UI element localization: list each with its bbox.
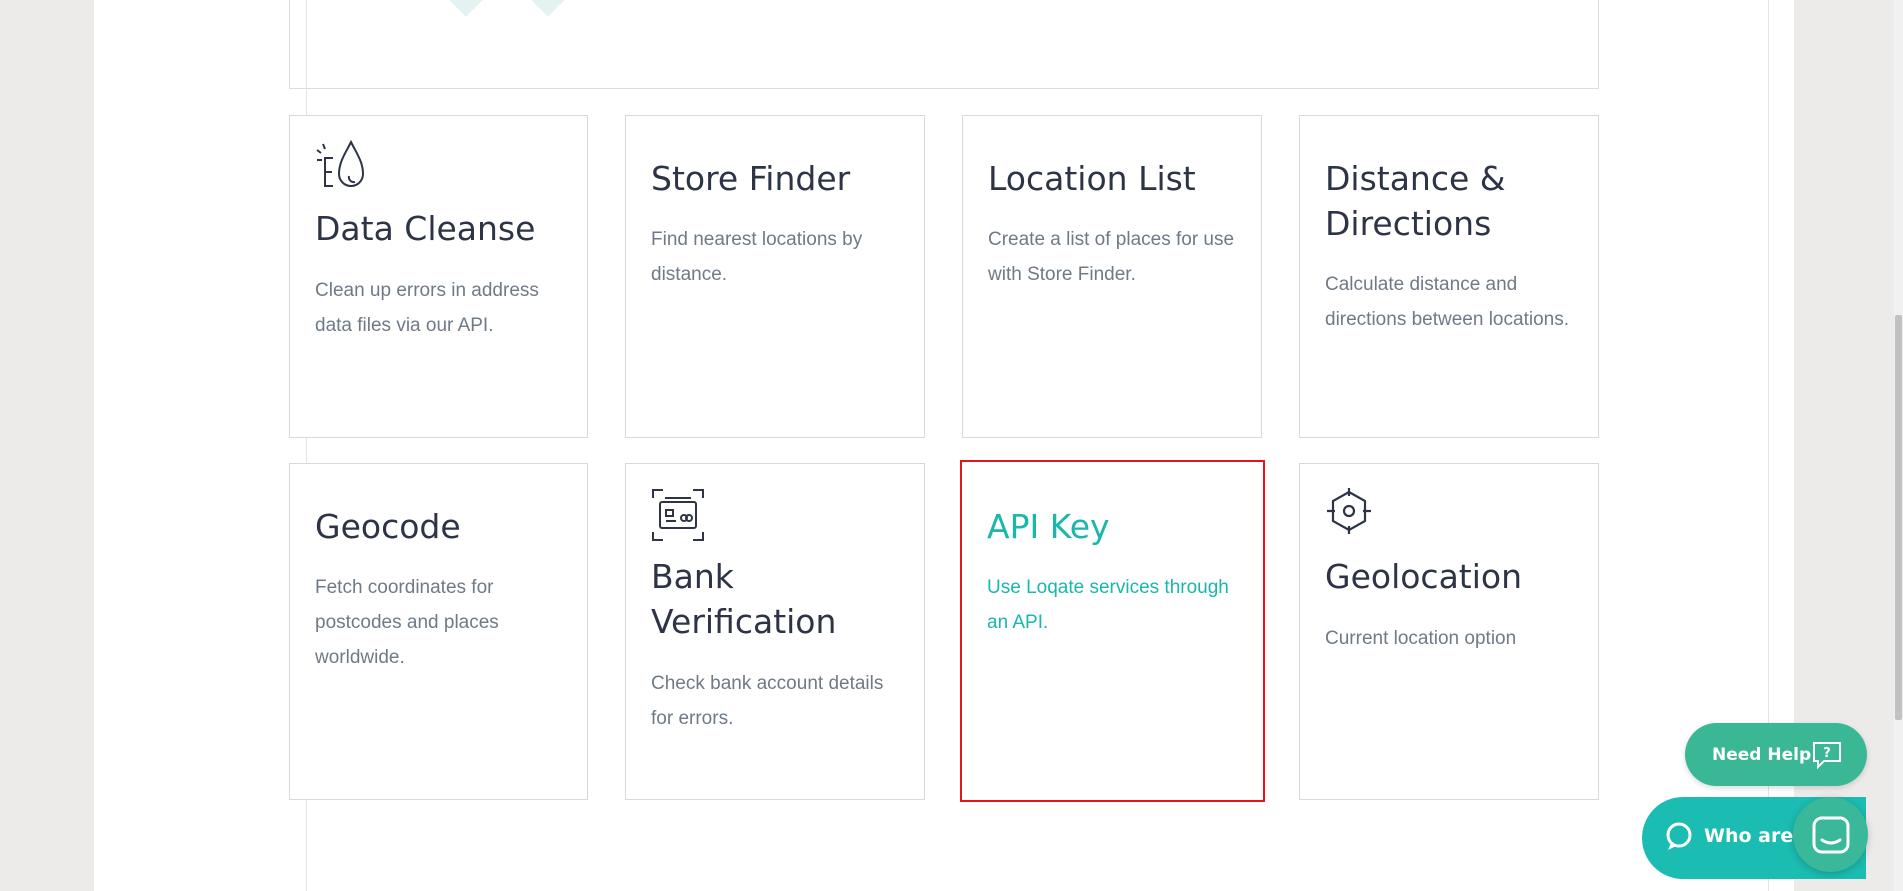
bank-card-scan-icon <box>652 489 704 541</box>
page-scrollbar[interactable] <box>1894 0 1903 891</box>
card-description: Fetch coordinates for postcodes and plac… <box>315 577 499 668</box>
need-help-label: Need Help <box>1712 744 1812 765</box>
question-bubble-icon: ? <box>1813 742 1841 769</box>
card-title: Data Cleanse <box>315 209 536 248</box>
card-title: Bank Verification <box>651 557 837 641</box>
card-title: API Key <box>987 507 1110 546</box>
scrollbar-thumb[interactable] <box>1895 315 1902 720</box>
card-store-finder[interactable]: Store Finder Find nearest locations by d… <box>625 115 925 438</box>
card-title: Geocode <box>315 507 461 546</box>
card-description: Create a list of places for use with Sto… <box>988 229 1235 285</box>
card-title: Geolocation <box>1325 557 1523 596</box>
card-data-cleanse[interactable]: Data Cleanse Clean up errors in address … <box>289 115 588 438</box>
need-help-button[interactable]: Need Help ? <box>1685 723 1867 786</box>
chat-bubble-icon <box>1666 822 1692 850</box>
card-description: Calculate distance and directions betwee… <box>1325 274 1569 330</box>
card-title: Location List <box>988 159 1196 198</box>
decorative-shape <box>433 0 493 17</box>
card-description: Use Loqate services through an API. <box>987 577 1229 633</box>
card-description: Check bank account details for errors. <box>651 673 884 729</box>
card-bank-verification[interactable]: Bank Verification Check bank account det… <box>625 463 925 800</box>
crosshair-icon <box>1327 488 1371 534</box>
card-description: Current location option <box>1325 628 1517 649</box>
card-description: Find nearest locations by distance. <box>651 229 863 285</box>
card-geocode[interactable]: Geocode Fetch coordinates for postcodes … <box>289 463 588 800</box>
svg-text:?: ? <box>1823 746 1831 761</box>
card-api-key[interactable]: API Key Use Loqate services through an A… <box>960 460 1265 802</box>
card-geolocation[interactable]: Geolocation Current location option <box>1299 463 1599 800</box>
card-title: Store Finder <box>651 159 851 198</box>
card-description: Clean up errors in address data files vi… <box>315 280 539 336</box>
messenger-launcher[interactable] <box>1793 797 1868 872</box>
card-title: Distance & Directions <box>1325 159 1506 243</box>
decorative-shape <box>515 0 575 17</box>
messenger-icon <box>1812 816 1850 854</box>
data-cleanse-icon <box>316 140 365 187</box>
hero-panel <box>289 0 1599 89</box>
card-distance-directions[interactable]: Distance & Directions Calculate distance… <box>1299 115 1599 438</box>
card-location-list[interactable]: Location List Create a list of places fo… <box>962 115 1262 438</box>
